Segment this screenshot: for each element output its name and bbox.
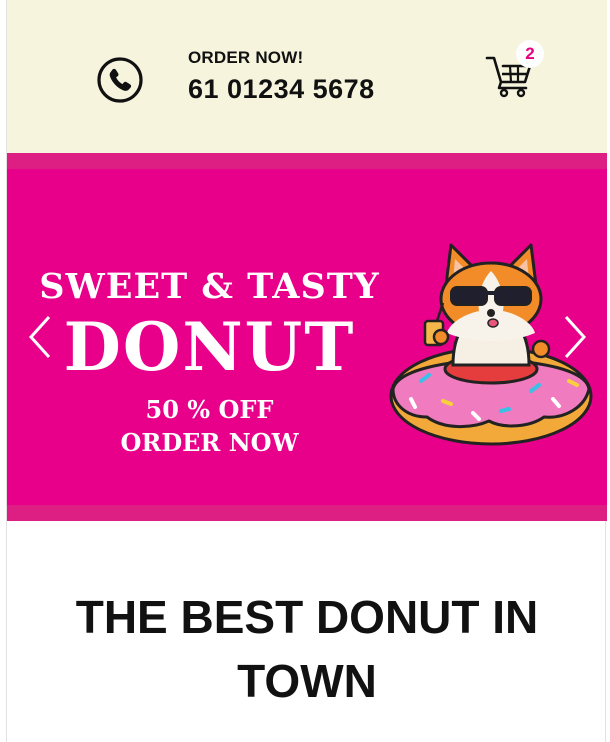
promo-banner-slide: SWEET & TASTY DONUT 50 % OFF ORDER NOW	[7, 169, 607, 505]
headline-line-1: THE BEST DONUT IN	[75, 591, 539, 643]
page-frame: ORDER NOW! 61 01234 5678 2 SWEET & TASTY…	[6, 0, 607, 742]
banner-line-order-now: ORDER NOW	[120, 428, 299, 457]
headline-line-2: TOWN	[237, 655, 377, 707]
banner-line-discount: 50 % OFF	[145, 395, 274, 424]
banner-line-donut: DONUT	[63, 308, 356, 386]
cart-count-badge: 2	[516, 40, 544, 68]
phone-icon[interactable]	[96, 56, 144, 104]
phone-number[interactable]: 61 01234 5678	[188, 74, 375, 105]
order-now-label: ORDER NOW!	[188, 48, 304, 67]
banner-text: SWEET & TASTY DONUT 50 % OFF ORDER NOW	[7, 169, 412, 505]
chevron-left-icon[interactable]	[25, 314, 55, 360]
chevron-right-icon[interactable]	[560, 314, 590, 360]
main-headline: THE BEST DONUT IN TOWN	[7, 585, 607, 713]
banner-line-sweet-tasty: SWEET & TASTY	[39, 266, 380, 307]
header-bar: ORDER NOW! 61 01234 5678 2	[7, 0, 607, 153]
